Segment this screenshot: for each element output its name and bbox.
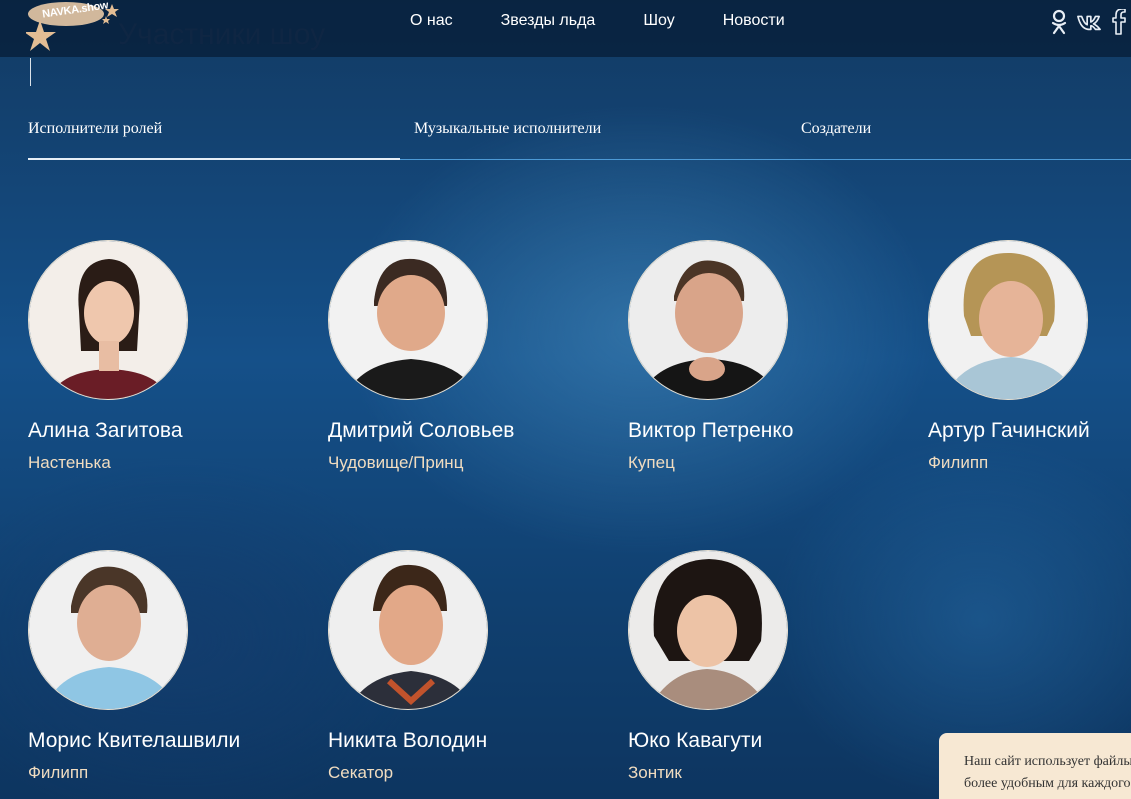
navka-show-logo[interactable]: NAVKA.show xyxy=(24,0,122,52)
person-card[interactable]: Виктор Петренко Купец xyxy=(628,240,928,490)
person-card[interactable]: Дмитрий Соловьев Чудовище/Принц xyxy=(328,240,628,490)
person-role: Зонтик xyxy=(628,763,682,782)
cookie-text: Наш сайт использует файлы cookie более у… xyxy=(964,751,1131,795)
main-nav: О нас Звезды льда Шоу Новости xyxy=(410,12,833,30)
vk-icon[interactable] xyxy=(1077,9,1101,35)
person-card[interactable]: Юко Кавагути Зонтик xyxy=(628,550,928,799)
tab-musicians[interactable]: Музыкальные исполнители xyxy=(414,120,601,138)
social-links xyxy=(1041,9,1131,35)
nav-ice-stars[interactable]: Звезды льда xyxy=(501,12,596,30)
person-card[interactable]: Морис Квителашвили Филипп xyxy=(28,550,328,799)
avatar xyxy=(28,240,188,400)
avatar xyxy=(928,240,1088,400)
odnoklassniki-icon[interactable] xyxy=(1047,9,1071,35)
person-name: Дмитрий Соловьев xyxy=(328,419,515,442)
person-card[interactable]: Артур Гачинский Филипп xyxy=(928,240,1131,490)
person-role: Купец xyxy=(628,453,675,472)
person-name: Алина Загитова xyxy=(28,419,183,442)
page-title: Участники шоу xyxy=(118,18,326,51)
active-tab-indicator xyxy=(28,158,400,160)
person-name: Морис Квителашвили xyxy=(28,729,241,752)
cookie-line-2: более удобным для каждого xyxy=(964,776,1131,791)
nav-news[interactable]: Новости xyxy=(723,12,785,30)
cookie-notice: Наш сайт использует файлы cookie более у… xyxy=(939,733,1131,799)
facebook-icon[interactable] xyxy=(1107,9,1131,35)
person-name: Виктор Петренко xyxy=(628,419,794,442)
tab-creators[interactable]: Создатели xyxy=(801,120,871,138)
category-tabs: Исполнители ролей Музыкальные исполнител… xyxy=(28,110,1131,160)
person-role: Филипп xyxy=(28,763,89,782)
tab-performers[interactable]: Исполнители ролей xyxy=(28,120,162,138)
avatar xyxy=(628,550,788,710)
cookie-line-1: Наш сайт использует файлы cookie xyxy=(964,754,1131,769)
person-role: Секатор xyxy=(328,763,394,782)
person-name: Артур Гачинский xyxy=(928,419,1090,442)
person-name: Юко Кавагути xyxy=(628,729,763,752)
avatar xyxy=(628,240,788,400)
title-accent-line xyxy=(30,58,31,86)
person-card[interactable]: Алина Загитова Настенька xyxy=(28,240,328,490)
nav-about[interactable]: О нас xyxy=(410,12,453,30)
avatar xyxy=(328,550,488,710)
person-card[interactable]: Никита Володин Секатор xyxy=(328,550,628,799)
person-role: Настенька xyxy=(28,453,111,472)
person-name: Никита Володин xyxy=(328,729,488,752)
person-role: Филипп xyxy=(928,453,989,472)
nav-show[interactable]: Шоу xyxy=(643,12,674,30)
person-role: Чудовище/Принц xyxy=(328,453,464,472)
avatar xyxy=(28,550,188,710)
avatar xyxy=(328,240,488,400)
